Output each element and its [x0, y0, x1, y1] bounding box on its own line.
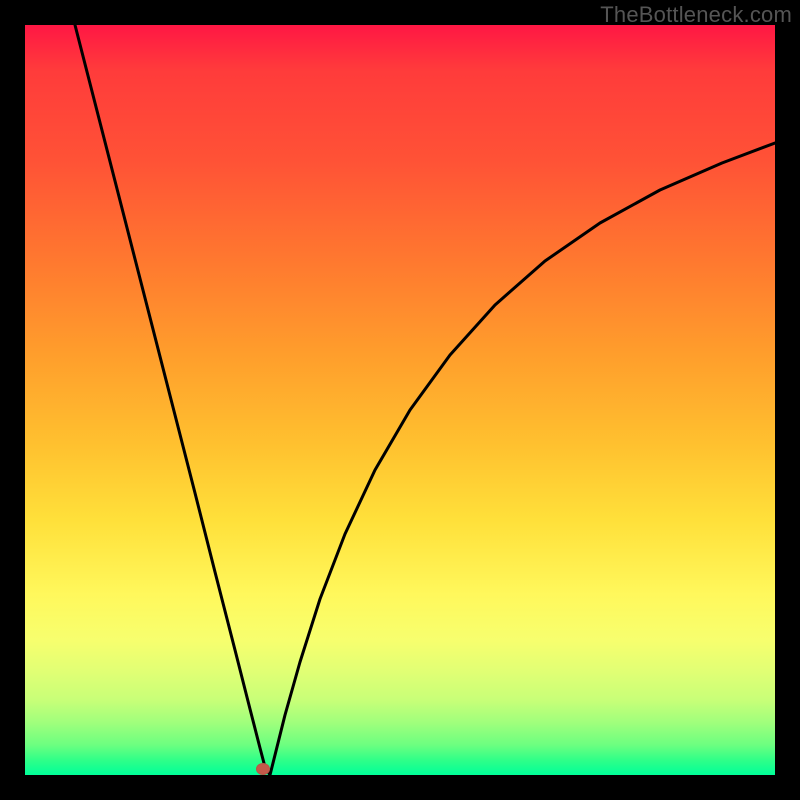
- curve-path: [75, 25, 775, 775]
- watermark-text: TheBottleneck.com: [600, 2, 792, 28]
- bottleneck-curve: [25, 25, 775, 775]
- bottleneck-marker: [256, 763, 270, 775]
- chart-frame: TheBottleneck.com: [0, 0, 800, 800]
- plot-area: [25, 25, 775, 775]
